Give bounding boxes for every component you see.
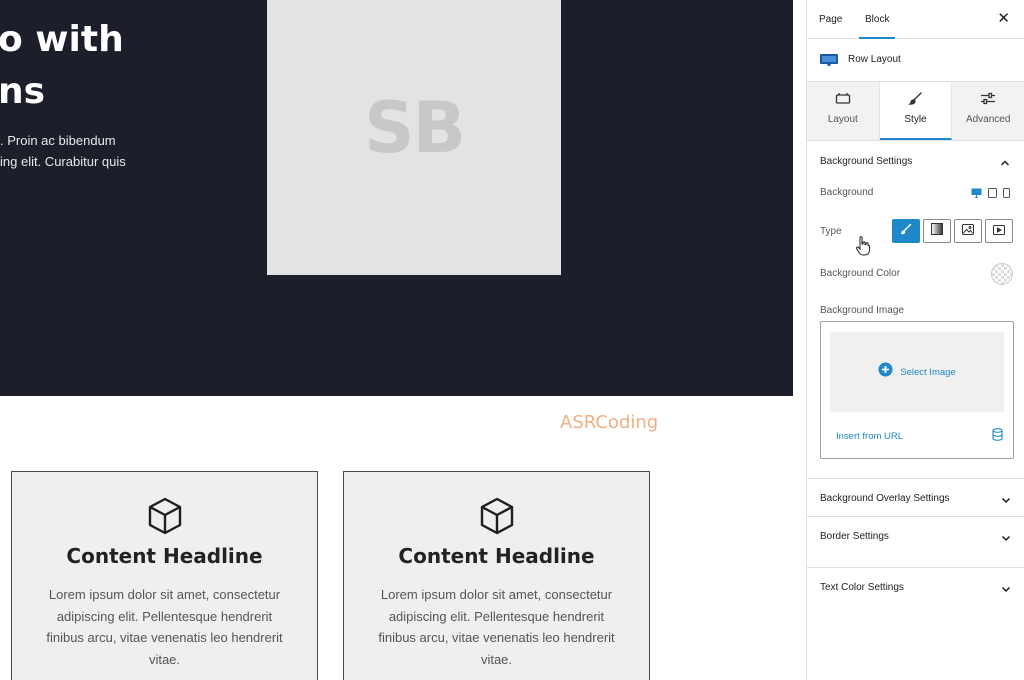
type-label: Type <box>820 226 842 237</box>
hero-paragraph-line-1: . Proin ac bibendum <box>0 133 116 148</box>
hero-title-line-2: ns <box>0 71 46 112</box>
feature-card-row: Content Headline Lorem ipsum dolor sit a… <box>0 470 793 680</box>
close-icon[interactable]: ✕ <box>997 10 1010 28</box>
text-color-settings-header[interactable]: Text Color Settings <box>807 567 1024 605</box>
sidebar-tabs: Page Block ✕ <box>807 0 1024 39</box>
card-headline: Content Headline <box>66 544 263 568</box>
tab-layout[interactable]: Layout <box>807 82 880 140</box>
background-color-label: Background Color <box>820 268 901 279</box>
sliders-icon <box>952 92 1024 108</box>
brush-icon <box>900 222 912 240</box>
tab-style-label: Style <box>904 114 927 125</box>
cube-icon <box>477 496 517 536</box>
gradient-icon <box>931 222 943 240</box>
hero-image-placeholder[interactable]: SB <box>267 0 561 275</box>
card-body-text: Lorem ipsum dolor sit amet, consectetur … <box>46 587 283 667</box>
select-image-button[interactable]: Select Image <box>830 332 1004 412</box>
card-body-text: Lorem ipsum dolor sit amet, consectetur … <box>378 587 615 667</box>
brush-icon <box>880 92 952 108</box>
chevron-down-icon <box>1001 581 1011 599</box>
settings-sidebar: Page Block ✕ Row Layout Layout Style Adv… <box>806 0 1024 680</box>
hero-title-line-1: o with <box>0 19 124 60</box>
desktop-icon[interactable] <box>971 185 982 203</box>
device-switcher <box>971 185 1010 203</box>
tab-advanced-label: Advanced <box>965 114 1011 125</box>
background-overlay-settings-header[interactable]: Background Overlay Settings <box>807 478 1024 516</box>
color-picker-swatch[interactable] <box>991 263 1013 285</box>
background-type-buttons <box>892 219 1013 243</box>
background-image-label: Background Image <box>820 305 904 316</box>
background-overlay-settings-title: Background Overlay Settings <box>820 493 950 504</box>
block-name: Row Layout <box>848 54 901 65</box>
text-color-settings-title: Text Color Settings <box>820 582 904 593</box>
select-image-label: Select Image <box>900 366 956 378</box>
tab-page[interactable]: Page <box>819 0 842 39</box>
editor-canvas: o with ns . Proin ac bibendum ing elit. … <box>0 0 806 680</box>
mobile-icon[interactable] <box>1003 185 1010 203</box>
feature-card[interactable]: Content Headline Lorem ipsum dolor sit a… <box>11 471 318 680</box>
chevron-down-icon <box>1001 492 1011 510</box>
layout-icon <box>807 92 879 108</box>
image-icon <box>962 222 974 240</box>
border-settings-header[interactable]: Border Settings <box>807 516 1024 554</box>
row-layout-icon <box>819 53 839 72</box>
hero-paragraph-line-2: ing elit. Curabitur quis <box>0 154 126 169</box>
cube-icon <box>145 496 185 536</box>
tab-style[interactable]: Style <box>879 82 953 140</box>
feature-card[interactable]: Content Headline Lorem ipsum dolor sit a… <box>343 471 650 680</box>
insert-from-url-link[interactable]: Insert from URL <box>836 431 903 442</box>
tablet-icon[interactable] <box>988 185 997 203</box>
type-image-button[interactable] <box>954 219 982 243</box>
plus-circle-icon <box>878 362 893 382</box>
sb-logo: SB <box>364 86 466 169</box>
video-icon <box>993 222 1005 240</box>
type-video-button[interactable] <box>985 219 1013 243</box>
hero-section[interactable]: o with ns . Proin ac bibendum ing elit. … <box>0 0 793 396</box>
hero-paragraph: . Proin ac bibendum ing elit. Curabitur … <box>0 130 126 172</box>
background-settings-header[interactable]: Background Settings <box>807 141 1024 181</box>
hero-title: o with ns <box>0 14 124 118</box>
tab-advanced[interactable]: Advanced <box>952 82 1024 140</box>
card-headline: Content Headline <box>398 544 595 568</box>
background-label: Background <box>820 187 874 198</box>
type-gradient-button[interactable] <box>923 219 951 243</box>
background-image-box: Select Image Insert from URL <box>820 321 1014 459</box>
chevron-up-icon <box>1000 155 1010 173</box>
tab-block[interactable]: Block <box>859 0 896 39</box>
background-settings-title: Background Settings <box>820 156 913 167</box>
border-settings-title: Border Settings <box>820 531 889 542</box>
tab-layout-label: Layout <box>827 114 858 125</box>
style-tabs: Layout Style Advanced <box>807 82 1024 141</box>
type-color-button[interactable] <box>892 219 920 243</box>
watermark-text: ASRCoding <box>560 412 659 433</box>
block-card: Row Layout <box>807 39 1024 82</box>
chevron-down-icon <box>1001 530 1011 548</box>
database-icon[interactable] <box>992 428 1003 446</box>
